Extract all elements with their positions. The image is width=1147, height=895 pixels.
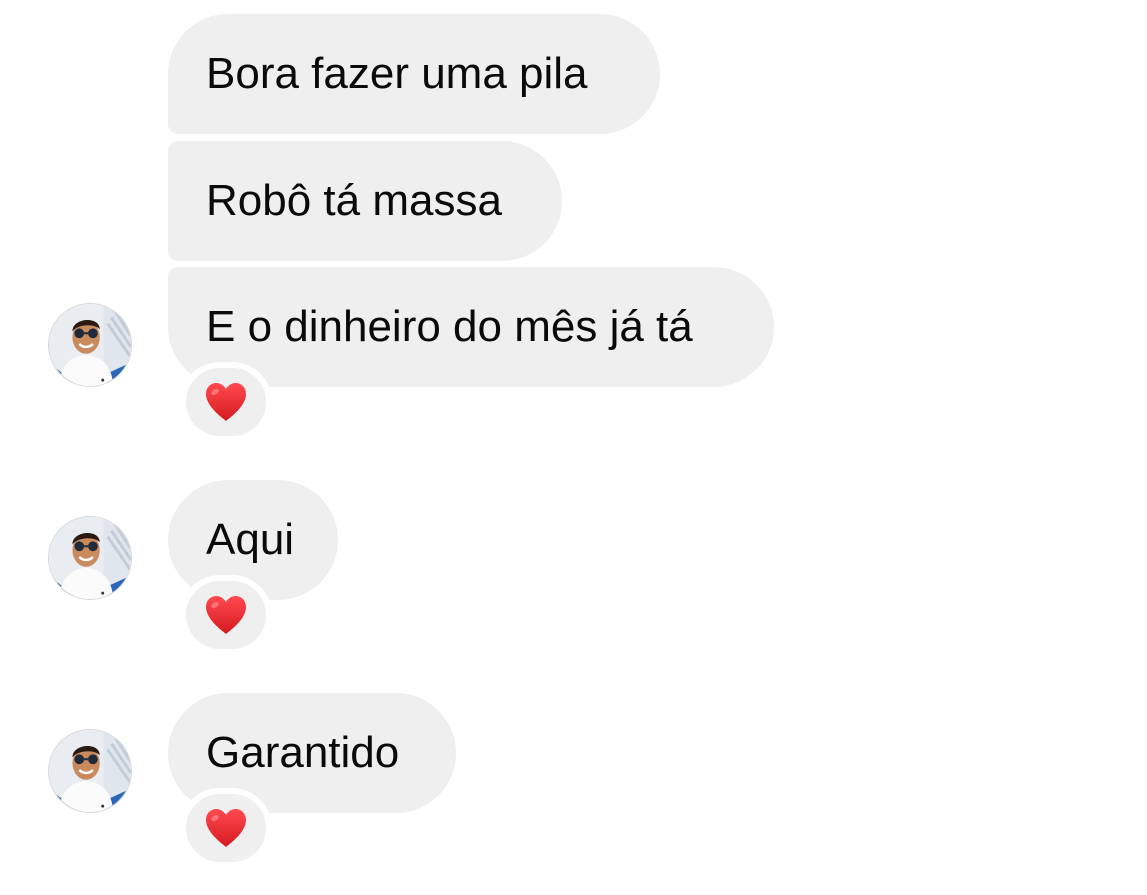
- message-text: Aqui: [206, 515, 295, 564]
- avatar[interactable]: [48, 303, 132, 387]
- avatar-image: [49, 517, 131, 599]
- message-bubble[interactable]: Bora fazer uma pila: [168, 14, 660, 134]
- reaction-badge[interactable]: [180, 788, 272, 868]
- avatar-image: [49, 304, 131, 386]
- message-bubble[interactable]: Robô tá massa: [168, 141, 562, 261]
- message-bubble[interactable]: E o dinheiro do mês já tá: [168, 267, 774, 387]
- reaction-badge[interactable]: [180, 575, 272, 655]
- reaction-badge[interactable]: [180, 362, 272, 442]
- message-text: Robô tá massa: [206, 176, 502, 225]
- message-text: E o dinheiro do mês já tá: [206, 302, 693, 351]
- heart-icon: [206, 809, 246, 847]
- avatar-image: [49, 730, 131, 812]
- heart-icon: [206, 383, 246, 421]
- avatar[interactable]: [48, 516, 132, 600]
- heart-icon: [206, 596, 246, 634]
- message-text: Garantido: [206, 728, 400, 777]
- avatar[interactable]: [48, 729, 132, 813]
- message-text: Bora fazer uma pila: [206, 49, 588, 98]
